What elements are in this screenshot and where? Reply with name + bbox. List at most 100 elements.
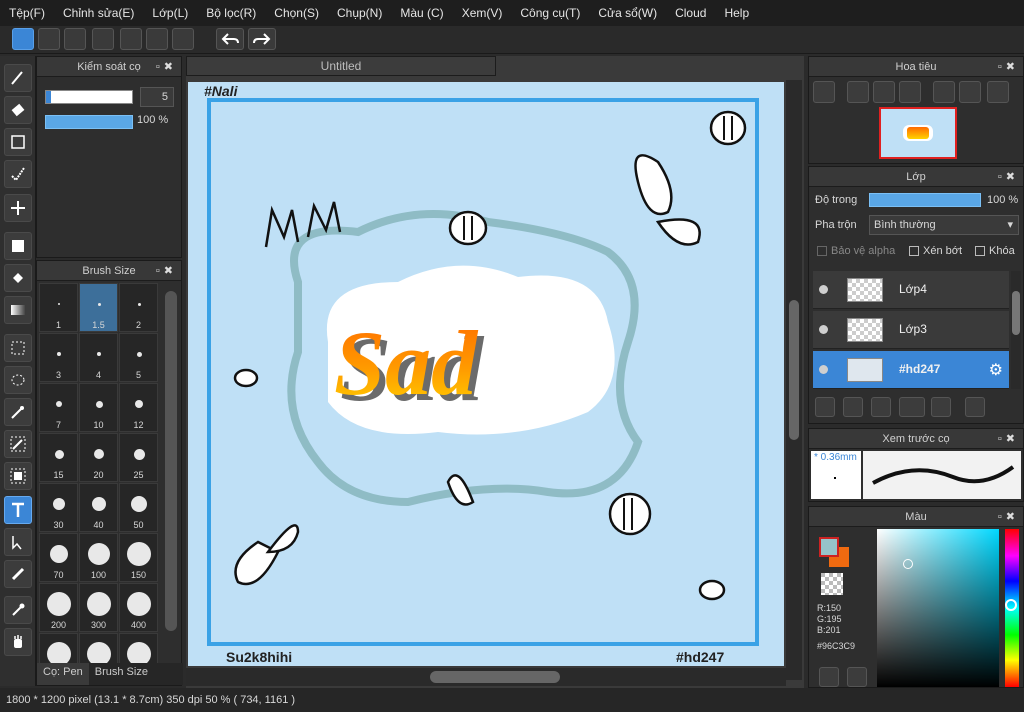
foreground-color-swatch[interactable]	[819, 537, 839, 557]
share-icon[interactable]	[38, 28, 60, 50]
eraser-tool-icon[interactable]	[4, 96, 32, 124]
menu-tools[interactable]: Công cụ(T)	[511, 6, 589, 20]
brush-size-cell[interactable]: 2	[119, 283, 158, 332]
brush-size-cell[interactable]: 70	[39, 533, 78, 582]
add-layer-menu-icon[interactable]	[899, 397, 925, 417]
brush-size-slider[interactable]	[45, 90, 133, 104]
new-1bit-layer-icon[interactable]	[871, 397, 891, 417]
panel-popout-close-icon[interactable]: ▫✖	[998, 510, 1019, 523]
pen-tool-icon[interactable]	[4, 560, 32, 588]
new-halftone-layer-icon[interactable]	[843, 397, 863, 417]
cloud-check-icon[interactable]	[12, 28, 34, 50]
dotted-line-tool-icon[interactable]	[4, 160, 32, 188]
layer-row-lop3[interactable]: Lớp3	[813, 311, 1009, 349]
palette-icon[interactable]	[819, 667, 839, 687]
menu-cloud[interactable]: Cloud	[666, 6, 715, 20]
operation-tool-icon[interactable]	[4, 528, 32, 556]
duplicate-layer-icon[interactable]	[965, 397, 985, 417]
zoom-in-icon[interactable]	[813, 81, 835, 103]
brush-size-cell[interactable]: 100	[79, 533, 118, 582]
brush-size-cell[interactable]: 150	[119, 533, 158, 582]
hand-tool-icon[interactable]	[4, 628, 32, 656]
panel-popout-close-icon[interactable]: ▫✖	[998, 432, 1019, 445]
rotate-left-icon[interactable]	[933, 81, 955, 103]
menu-help[interactable]: Help	[715, 6, 758, 20]
menu-snap[interactable]: Chụp(N)	[328, 6, 391, 20]
canvas-vertical-scrollbar[interactable]	[786, 80, 802, 680]
brush-size-value[interactable]: 5	[140, 87, 174, 107]
panel-popout-close-icon[interactable]: ▫✖	[156, 264, 177, 277]
clip-checkbox[interactable]: Xén bớt	[909, 245, 962, 257]
brush-size-cell[interactable]: 30	[39, 483, 78, 532]
gear-icon[interactable]: ⚙	[989, 360, 1003, 380]
folder-icon[interactable]	[931, 397, 951, 417]
canvas-horizontal-scrollbar[interactable]	[186, 668, 786, 686]
eye-icon[interactable]	[819, 285, 828, 294]
panel-popout-close-icon[interactable]: ▫✖	[998, 60, 1019, 73]
fit-screen-icon[interactable]	[873, 81, 895, 103]
brush-size-cell[interactable]: 400	[119, 583, 158, 632]
eye-icon[interactable]	[819, 365, 828, 374]
zoom-plus-icon[interactable]	[847, 81, 869, 103]
brush-size-cell[interactable]: 1.5	[79, 283, 118, 332]
menu-edit[interactable]: Chỉnh sửa(E)	[54, 6, 143, 20]
rect-select-tool-icon[interactable]	[4, 334, 32, 362]
brush-size-cell[interactable]: 50	[119, 483, 158, 532]
brush-size-cell[interactable]: 25	[119, 433, 158, 482]
select-eraser-tool-icon[interactable]	[4, 462, 32, 490]
brush-size-cell[interactable]: 4	[79, 333, 118, 382]
zoom-out-icon[interactable]	[899, 81, 921, 103]
hue-slider[interactable]	[1005, 529, 1019, 687]
lasso-tool-icon[interactable]	[4, 366, 32, 394]
menu-window[interactable]: Cửa sổ(W)	[589, 6, 666, 20]
list-icon[interactable]	[146, 28, 168, 50]
layer-scrollbar[interactable]	[1011, 271, 1021, 389]
bucket-tool-icon[interactable]	[4, 264, 32, 292]
menu-file[interactable]: Tệp(F)	[0, 6, 54, 20]
speech-bubble-icon[interactable]	[64, 28, 86, 50]
panel-popout-close-icon[interactable]: ▫✖	[156, 60, 177, 73]
move-tool-icon[interactable]	[4, 194, 32, 222]
brush-size-cell[interactable]: 40	[79, 483, 118, 532]
blend-mode-select[interactable]: Bình thường ▾	[869, 215, 1019, 235]
layer-row-hd247[interactable]: #hd247 ⚙	[813, 351, 1009, 389]
new-layer-icon[interactable]	[815, 397, 835, 417]
layer-row-lop4[interactable]: Lớp4	[813, 271, 1009, 309]
redo-icon[interactable]	[248, 28, 276, 50]
document-tab[interactable]: Untitled	[186, 56, 496, 76]
lock-checkbox[interactable]: Khóa	[975, 245, 1015, 257]
artwork-canvas[interactable]: Sad Sad #Nali Su2k8hihi #hd247	[188, 82, 784, 666]
fill-rect-tool-icon[interactable]	[4, 232, 32, 260]
undo-icon[interactable]	[216, 28, 244, 50]
brush-size-cell[interactable]: 1	[39, 283, 78, 332]
brush-size-cell[interactable]: 300	[79, 583, 118, 632]
menu-select[interactable]: Chọn(S)	[265, 6, 328, 20]
rectangle-tool-icon[interactable]	[4, 128, 32, 156]
magic-wand-tool-icon[interactable]	[4, 398, 32, 426]
menu-layer[interactable]: Lớp(L)	[143, 6, 197, 20]
eyedropper-tool-icon[interactable]	[4, 596, 32, 624]
brush-size-cell[interactable]: 20	[79, 433, 118, 482]
brush-size-cell[interactable]: 15	[39, 433, 78, 482]
tab-brush-pen[interactable]: Cọ: Pen	[37, 663, 89, 685]
grid-icon[interactable]	[172, 28, 194, 50]
protect-alpha-checkbox[interactable]: Bảo vệ alpha	[817, 245, 895, 257]
brush-size-cell[interactable]: 12	[119, 383, 158, 432]
transparent-color-swatch[interactable]	[821, 573, 843, 595]
text-tool-icon[interactable]	[4, 496, 32, 524]
page-icon[interactable]	[120, 28, 142, 50]
menu-filter[interactable]: Bộ lọc(R)	[197, 6, 265, 20]
menu-view[interactable]: Xem(V)	[453, 6, 512, 20]
brush-tool-icon[interactable]	[4, 64, 32, 92]
select-pen-tool-icon[interactable]	[4, 430, 32, 458]
brush-size-cell[interactable]: 7	[39, 383, 78, 432]
brush-size-cell[interactable]: 3	[39, 333, 78, 382]
comment-icon[interactable]	[92, 28, 114, 50]
brush-size-scrollbar[interactable]	[165, 291, 177, 631]
navigator-thumbnail[interactable]	[879, 107, 957, 159]
panel-popout-close-icon[interactable]: ▫✖	[998, 170, 1019, 183]
brush-size-cell[interactable]: 10	[79, 383, 118, 432]
saturation-value-picker[interactable]	[877, 529, 999, 687]
palette-edit-icon[interactable]	[847, 667, 867, 687]
vertical-scroll-thumb[interactable]	[789, 300, 799, 440]
